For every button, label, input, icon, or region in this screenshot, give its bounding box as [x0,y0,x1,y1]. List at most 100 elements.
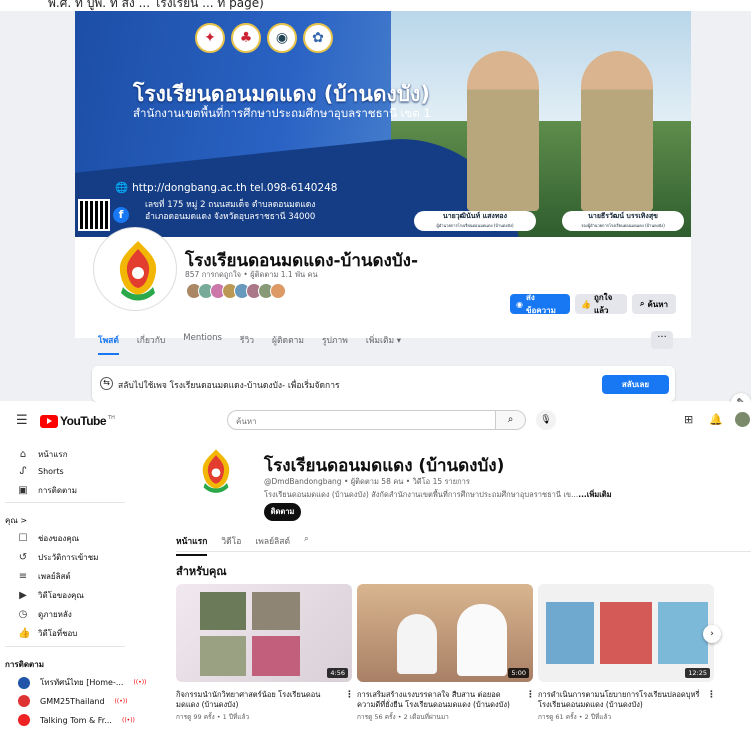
home-icon: ⌂ [19,449,27,460]
facebook-page: ✦ ♣ ◉ ✿ โรงเรียนดอนมดแดง (บ้านดงบัง) สำน… [0,11,751,413]
hamburger-menu-icon[interactable]: ☰ [16,413,28,428]
sidebar-item-home[interactable]: ⌂ หน้าแรก [18,448,68,461]
person2-namecard: นายธีรวัฒน์ บรรเทิงสุข รองผู้อำนวยการโรง… [562,211,684,231]
video-thumbnail-1[interactable]: 4:56 [176,584,352,682]
sidebar-item-watch-later[interactable]: ◷ ดูภายหลัง [18,608,72,621]
channel-avatar[interactable] [186,442,246,502]
sidebar-label: ช่องของคุณ [38,534,80,543]
video-meta-2: การดู 56 ครั้ง • 2 เดือนที่ผ่านมา [357,713,449,721]
sidebar-label: วิดีโอของคุณ [38,591,84,600]
video-title-1[interactable]: กิจกรรมนำนักวิทยาศาสตร์น้อย โรงเรียนดอนม… [176,690,336,710]
section-title: สำหรับคุณ [176,565,227,578]
search-channel-icon[interactable]: ⌕ [304,534,309,556]
tab-videos[interactable]: วิดีโอ [221,534,241,556]
liked-button-label: ถูกใจแล้ว [593,293,613,315]
more-link[interactable]: ...เพิ่มเติม [578,490,611,499]
photo-collage [252,636,300,676]
video-thumbnail-3[interactable]: 12:25 [538,584,714,682]
channel-description[interactable]: โรงเรียนดอนมดแดง (บ้านดงบัง) สังกัดสำนัก… [264,489,612,501]
photo-classroom [546,602,594,664]
subscriptions-icon: ▣ [18,485,28,496]
avatar[interactable] [735,412,750,427]
sidebar-item-liked-videos[interactable]: 👍 วิดีโอที่ชอบ [18,627,77,640]
sidebar-item-history[interactable]: ↺ ประวัติการเข้าชม [18,551,99,564]
cover-url: 🌐 http://dongbang.ac.th tel.098-6140248 [115,181,338,195]
subscription-channel-3[interactable]: Talking Tom & Fr... ((•)) [18,714,135,726]
message-button[interactable]: ◉ ส่งข้อความ [510,293,570,315]
subscription-channel-2[interactable]: GMM25Thailand ((•)) [18,695,127,707]
more-options-button[interactable]: ··· [651,331,673,349]
avatar [18,695,30,707]
subscription-channel-1[interactable]: โทรทัศน์ไทย [Home-... ((•)) [18,676,146,689]
video-title-3[interactable]: การดำเนินการตามนโยบายการโรงเรียนปลอดบุหร… [538,690,702,710]
history-icon: ↺ [18,552,28,563]
tab-mentions[interactable]: Mentions [183,333,222,355]
video-menu-icon[interactable]: ⋮ [707,690,716,700]
divider [5,646,125,647]
youtube-logo[interactable]: YouTube TH [40,414,115,428]
person1-role: ผู้อำนวยการโรงเรียนดอนมดแดง (บ้านดงบัง) [436,223,514,228]
page-meta[interactable]: 857 การกดถูกใจ • ผู้ติดตาม 1.1 พัน คน [185,269,318,281]
liked-button[interactable]: 👍 ถูกใจแล้ว [575,293,627,315]
divider [176,551,751,552]
search-button[interactable]: ⌕ [496,410,526,430]
switch-now-button[interactable]: สลับเลย [602,375,669,394]
video-menu-icon[interactable]: ⋮ [345,690,354,700]
avatar [18,676,30,689]
search-page-label: ค้นหา [647,299,669,309]
channel-label: Talking Tom & Fr... [40,715,112,725]
follower-avatars[interactable] [186,283,286,299]
tab-about[interactable]: เกี่ยวกับ [137,333,165,355]
switch-profile-icon: ⇆ [100,377,113,390]
sidebar-label: ประวัติการเข้าชม [38,553,99,562]
search-page-button[interactable]: ⌕ ค้นหา [632,294,676,314]
video-title-2[interactable]: การเสริมสร้างแรงบรรดาลใจ สืบสาน ต่อยอด ค… [357,690,521,710]
message-button-label: ส่งข้อความ [525,293,556,315]
tab-more[interactable]: เพิ่มเติม ▾ [366,333,401,355]
avatar [18,714,30,726]
subscribe-button[interactable]: ติดตาม [264,503,301,521]
sidebar-item-shorts[interactable]: ᔑ Shorts [18,466,64,477]
cover-subtitle: สำนักงานเขตพื้นที่การศึกษาประถมศึกษาอุบล… [133,106,431,120]
cover-address: เลขที่ 175 หมู่ 2 ถนนสมเด็จ ตำบลดอนมดแดง… [145,199,315,223]
video-duration: 4:56 [327,668,348,678]
create-icon[interactable]: ⊞ [684,413,693,426]
person1-name: นายวุฒินันท์ แสงทอง [442,212,508,220]
search-input[interactable]: ค้นหา [227,410,496,430]
next-arrow-icon[interactable]: › [703,625,721,643]
sidebar-item-your-videos[interactable]: ▶ วิดีโอของคุณ [18,589,84,602]
cropped-top-text: พ.ศ. ที่ ปูพ. ที่ ส่ง ... โรงเรียน ... ท… [0,0,751,11]
tab-posts[interactable]: โพสต์ [98,333,119,355]
tab-playlists[interactable]: เพลย์ลิสต์ [255,534,290,556]
notifications-icon[interactable]: 🔔 [709,413,723,426]
video-menu-icon[interactable]: ⋮ [526,690,535,700]
sidebar-item-your-channel[interactable]: ☐ ช่องของคุณ [18,532,80,545]
your-videos-icon: ▶ [19,590,27,601]
video-thumbnail-2[interactable]: 5:00 [357,584,533,682]
qr-code [78,199,110,231]
tab-reviews[interactable]: รีวิว [240,333,254,355]
sidebar-label: การติดตาม [38,486,77,495]
sidebar-item-subscriptions[interactable]: ▣ การติดตาม [18,484,77,497]
video-meta-1: การดู 99 ครั้ง • 1 ปีที่แล้ว [176,713,250,721]
page-avatar[interactable] [94,228,176,310]
playlists-icon: ≡ [18,571,28,582]
live-icon: ((•)) [121,716,135,724]
sidebar-label: Shorts [38,467,64,476]
voice-search-icon[interactable]: 🎙 [536,410,556,430]
tab-home[interactable]: หน้าแรก [176,534,208,556]
you-heading[interactable]: คุณ > [5,514,27,527]
photo-collage [200,592,246,630]
channel-meta: @DmdBandongbang • ผู้ติดตาม 58 คน • วิดี… [264,477,470,486]
channel-label: GMM25Thailand [40,696,105,706]
photo-classroom [658,602,708,664]
sidebar-item-playlists[interactable]: ≡ เพลย์ลิสต์ [18,570,71,583]
sidebar-label: เพลย์ลิสต์ [38,572,71,581]
channel-tabs: หน้าแรก วิดีโอ เพลย์ลิสต์ ⌕ [176,534,309,556]
live-icon: ((•)) [114,697,128,705]
tab-followers[interactable]: ผู้ติดตาม [272,333,304,355]
tab-photos[interactable]: รูปภาพ [322,333,348,355]
school-logo-icon: ♣ [231,23,261,53]
youtube-header: ☰ YouTube TH ค้นหา ⌕ 🎙 ⊞ 🔔 [0,402,751,438]
cover-photo[interactable]: ✦ ♣ ◉ ✿ โรงเรียนดอนมดแดง (บ้านดงบัง) สำน… [75,11,691,237]
